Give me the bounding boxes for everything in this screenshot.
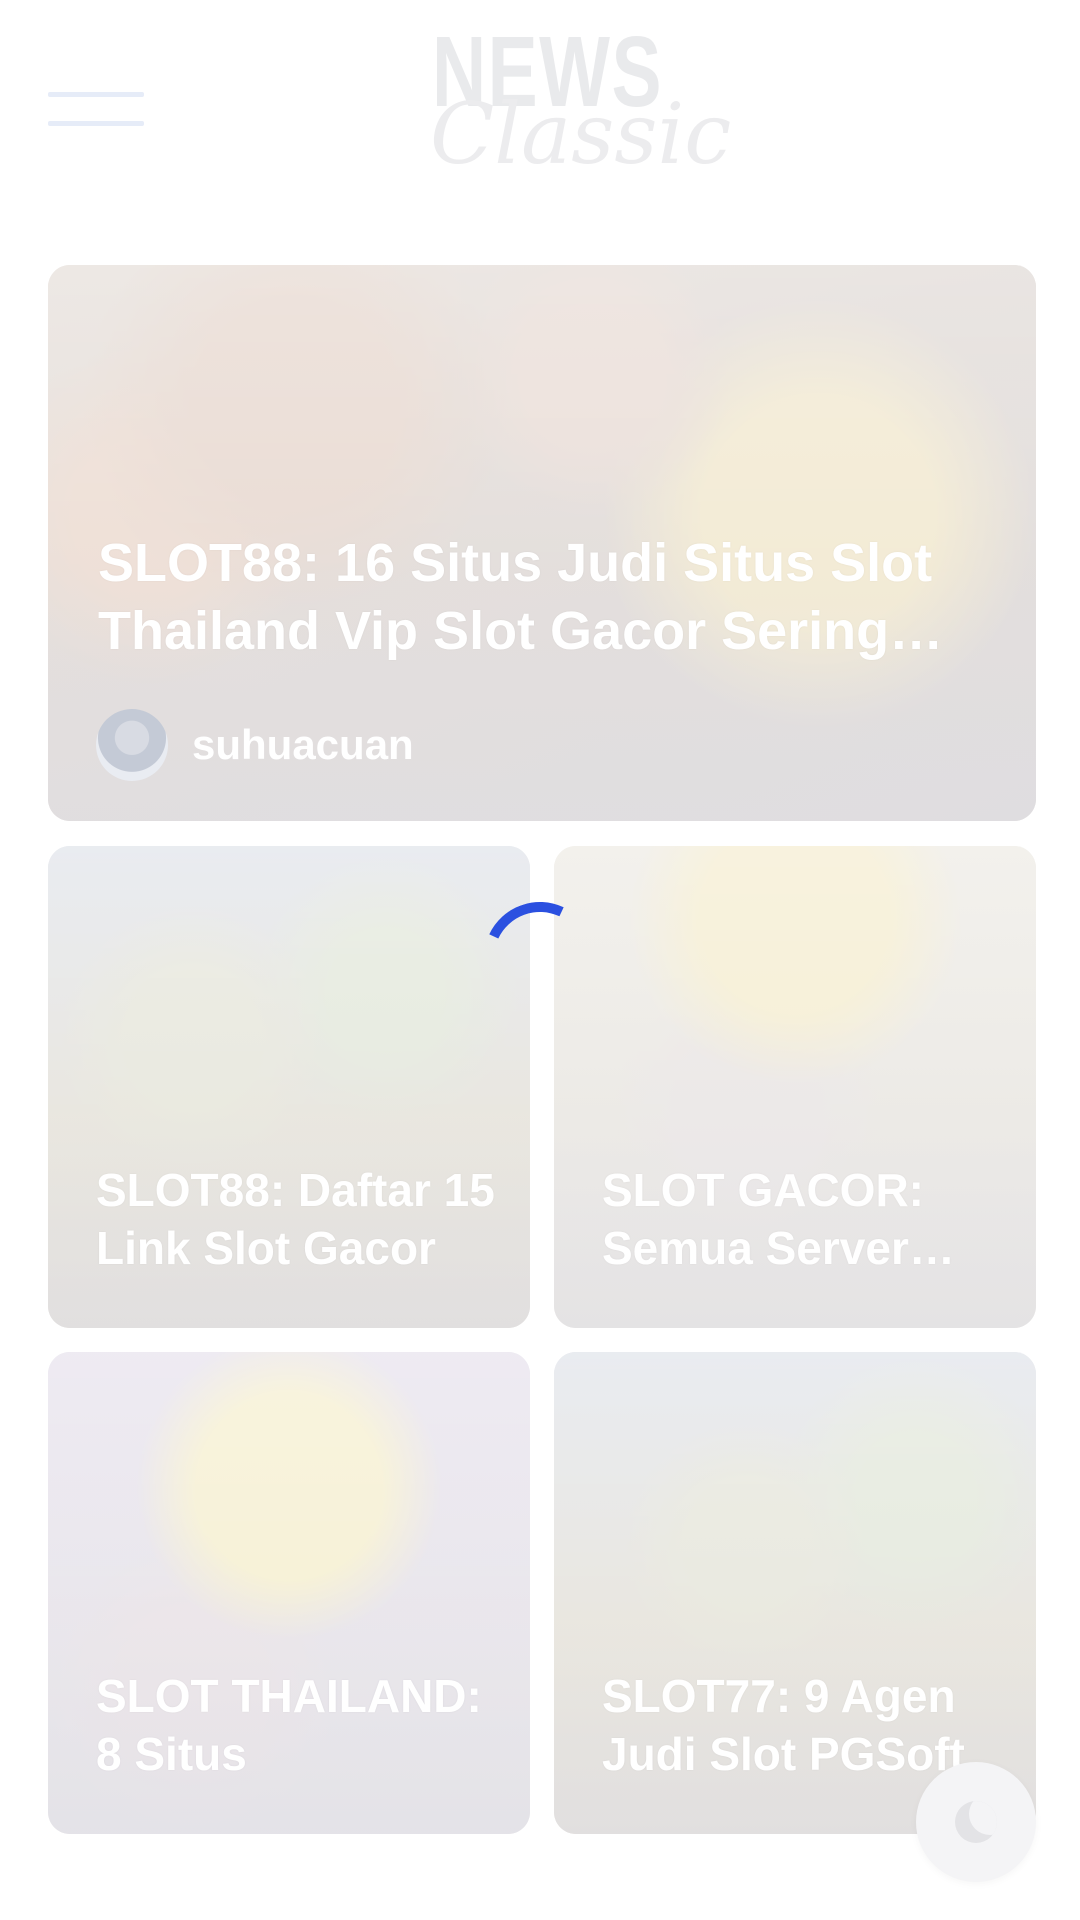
moon-icon <box>955 1801 997 1843</box>
article-card[interactable]: SLOT THAILAND: 8 Situs <box>48 1352 530 1834</box>
article-title[interactable]: SLOT88: Daftar 15 Link Slot Gacor <box>96 1162 496 1277</box>
site-logo[interactable]: NEWS Classic <box>420 22 731 192</box>
article-title[interactable]: SLOT GACOR: Semua Server Slot <box>602 1162 1002 1277</box>
article-card[interactable]: SLOT77: 9 Agen Judi Slot PGSoft <box>554 1352 1036 1834</box>
hamburger-menu-icon[interactable] <box>48 92 144 126</box>
featured-article-card[interactable]: SLOT88: 16 Situs Judi Situs Slot Thailan… <box>48 265 1036 821</box>
site-header: NEWS Classic <box>0 0 1080 210</box>
article-card[interactable]: SLOT GACOR: Semua Server Slot <box>554 846 1036 1328</box>
author-info[interactable]: suhuacuan <box>96 709 414 781</box>
logo-text-classic: Classic <box>430 85 732 183</box>
article-title[interactable]: SLOT77: 9 Agen Judi Slot PGSoft <box>602 1668 1002 1783</box>
author-name: suhuacuan <box>192 721 414 768</box>
article-title[interactable]: SLOT THAILAND: 8 Situs <box>96 1668 496 1783</box>
featured-article-title[interactable]: SLOT88: 16 Situs Judi Situs Slot Thailan… <box>98 530 998 665</box>
author-avatar <box>96 709 168 781</box>
hamburger-line-top <box>48 92 144 97</box>
hamburger-line-bottom <box>48 121 144 126</box>
article-card[interactable]: SLOT88: Daftar 15 Link Slot Gacor <box>48 846 530 1328</box>
dark-mode-toggle-button[interactable] <box>916 1762 1036 1882</box>
